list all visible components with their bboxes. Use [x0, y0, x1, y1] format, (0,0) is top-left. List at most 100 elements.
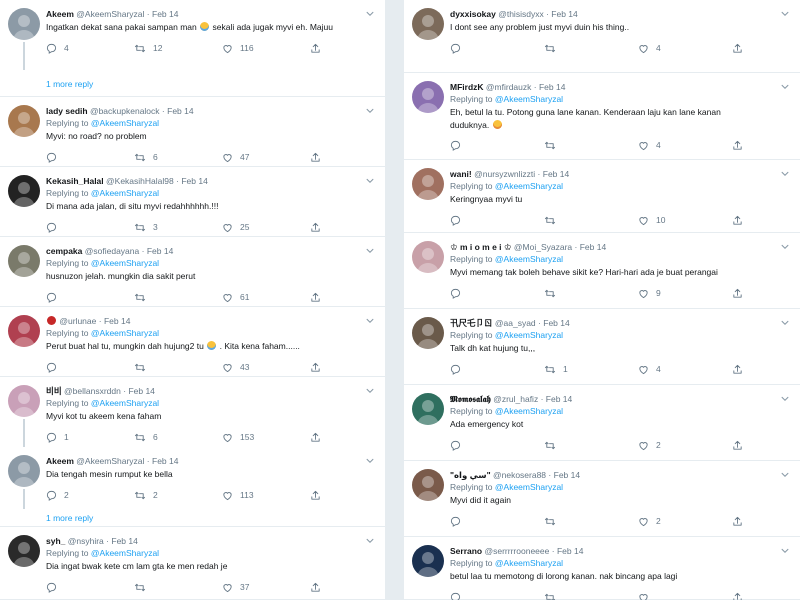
reply-button[interactable]: [46, 360, 64, 374]
avatar[interactable]: [8, 535, 40, 567]
retweet-button[interactable]: [544, 138, 563, 152]
display-name[interactable]: Kekasih_Halal: [46, 176, 104, 186]
share-button[interactable]: [732, 362, 743, 376]
reply-button[interactable]: [450, 138, 468, 152]
chevron-down-icon[interactable]: [780, 242, 790, 252]
like-button[interactable]: 113: [222, 488, 254, 502]
share-button[interactable]: [732, 286, 743, 300]
tweet-date[interactable]: Feb 14: [128, 386, 154, 396]
user-handle[interactable]: @Moi_Syazara: [514, 242, 572, 252]
chevron-down-icon[interactable]: [780, 546, 790, 556]
reply-button[interactable]: [46, 220, 64, 234]
tweet-card[interactable]: MFirdzK @mfirdauzk · Feb 14 Replying to @…: [404, 73, 800, 160]
like-button[interactable]: 2: [638, 438, 661, 452]
chevron-down-icon[interactable]: [365, 106, 375, 116]
user-handle[interactable]: @mfirdauzk: [486, 82, 531, 92]
tweet-card[interactable]: dyxxisokay @thisisdyxx · Feb 14 I dont se…: [404, 0, 800, 73]
share-button[interactable]: [310, 430, 321, 444]
chevron-down-icon[interactable]: [780, 9, 790, 19]
tweet-date[interactable]: Feb 14: [580, 242, 606, 252]
tweet-date[interactable]: Feb 14: [167, 106, 193, 116]
avatar[interactable]: [412, 545, 444, 577]
chevron-down-icon[interactable]: [365, 456, 375, 466]
tweet-card[interactable]: 비비 @bellansxrddn · Feb 14 Replying to @Ak…: [0, 377, 385, 447]
replying-to-mention[interactable]: @AkeemSharyzal: [91, 398, 159, 408]
like-button[interactable]: 47: [222, 150, 249, 164]
user-handle[interactable]: @urlunae: [59, 316, 96, 326]
share-button[interactable]: [732, 514, 743, 528]
avatar[interactable]: [412, 317, 444, 349]
chevron-down-icon[interactable]: [780, 318, 790, 328]
display-name[interactable]: Akeem: [46, 456, 74, 466]
tweet-card[interactable]: 𝕸𝖔𝖒𝖔𝖘𝖆𝖑𝖆𝖍 @zrul_hafiz · Feb 14 Replying t…: [404, 385, 800, 461]
chevron-down-icon[interactable]: [365, 536, 375, 546]
avatar[interactable]: [412, 393, 444, 425]
replying-to-mention[interactable]: @AkeemSharyzal: [495, 558, 563, 568]
retweet-button[interactable]: [544, 41, 563, 55]
tweet-card[interactable]: Kekasih_Halal @KekasihHalal98 · Feb 14 Re…: [0, 167, 385, 237]
share-button[interactable]: [310, 150, 321, 164]
reply-button[interactable]: 4: [46, 41, 69, 55]
display-name[interactable]: cempaka: [46, 246, 82, 256]
retweet-button[interactable]: [134, 580, 153, 594]
replying-to-mention[interactable]: @AkeemSharyzal: [91, 258, 159, 268]
chevron-down-icon[interactable]: [780, 470, 790, 480]
like-button[interactable]: [638, 590, 656, 600]
user-handle[interactable]: @zrul_hafiz: [493, 394, 538, 404]
like-button[interactable]: 4: [638, 362, 661, 376]
chevron-down-icon[interactable]: [365, 246, 375, 256]
reply-button[interactable]: 2: [46, 488, 69, 502]
tweet-card[interactable]: Akeem @AkeemSharyzal · Feb 14 Ingatkan de…: [0, 0, 385, 70]
replying-to-mention[interactable]: @AkeemSharyzal: [495, 254, 563, 264]
user-handle[interactable]: @nursyzwnlizzti: [474, 169, 535, 179]
replying-to-mention[interactable]: @AkeemSharyzal: [495, 406, 563, 416]
avatar[interactable]: [8, 385, 40, 417]
tweet-date[interactable]: Feb 14: [104, 316, 130, 326]
avatar[interactable]: [412, 81, 444, 113]
display-name[interactable]: MFirdzK: [450, 82, 484, 92]
tweet-date[interactable]: Feb 14: [557, 546, 583, 556]
reply-button[interactable]: [450, 41, 468, 55]
avatar[interactable]: [8, 455, 40, 487]
like-button[interactable]: 9: [638, 286, 661, 300]
like-button[interactable]: 10: [638, 213, 665, 227]
tweet-card[interactable]: lady sedih @backupkenalock · Feb 14 Reply…: [0, 97, 385, 167]
user-handle[interactable]: @bellansxrddn: [64, 386, 121, 396]
share-button[interactable]: [310, 488, 321, 502]
tweet-date[interactable]: Feb 14: [181, 176, 207, 186]
share-button[interactable]: [732, 590, 743, 600]
reply-button[interactable]: [46, 150, 64, 164]
user-handle[interactable]: @nekosera88: [493, 470, 546, 480]
replying-to-mention[interactable]: @AkeemSharyzal: [495, 181, 563, 191]
tweet-card[interactable]: Serrano @serrrrrooneeee · Feb 14 Replying…: [404, 537, 800, 600]
tweet-date[interactable]: Feb 14: [543, 169, 569, 179]
replying-to-mention[interactable]: @AkeemSharyzal: [91, 328, 159, 338]
more-replies-link[interactable]: 1 more reply: [46, 512, 93, 524]
avatar[interactable]: [8, 175, 40, 207]
avatar[interactable]: [412, 469, 444, 501]
like-button[interactable]: 61: [222, 290, 249, 304]
share-button[interactable]: [310, 290, 321, 304]
display-name[interactable]: wani!: [450, 169, 472, 179]
reply-button[interactable]: [450, 438, 468, 452]
avatar[interactable]: [8, 245, 40, 277]
avatar[interactable]: [412, 168, 444, 200]
user-handle[interactable]: @nsyhira: [68, 536, 104, 546]
reply-button[interactable]: [450, 590, 468, 600]
tweet-date[interactable]: Feb 14: [539, 82, 565, 92]
retweet-button[interactable]: [134, 290, 153, 304]
like-button[interactable]: 25: [222, 220, 249, 234]
like-button[interactable]: 37: [222, 580, 249, 594]
replying-to-mention[interactable]: @AkeemSharyzal: [91, 118, 159, 128]
display-name[interactable]: 卂尺乇卩ㄖ: [450, 318, 493, 328]
tweet-date[interactable]: Feb 14: [543, 318, 569, 328]
display-name[interactable]: lady sedih: [46, 106, 88, 116]
display-name[interactable]: dyxxisokay: [450, 9, 496, 19]
display-name[interactable]: "سي واه": [450, 470, 491, 480]
user-handle[interactable]: @aa_syad: [495, 318, 536, 328]
more-replies-link[interactable]: 1 more reply: [46, 78, 93, 90]
replying-to-mention[interactable]: @AkeemSharyzal: [495, 94, 563, 104]
tweet-date[interactable]: Feb 14: [152, 9, 178, 19]
like-button[interactable]: 2: [638, 514, 661, 528]
user-handle[interactable]: @KekasihHalal98: [106, 176, 174, 186]
